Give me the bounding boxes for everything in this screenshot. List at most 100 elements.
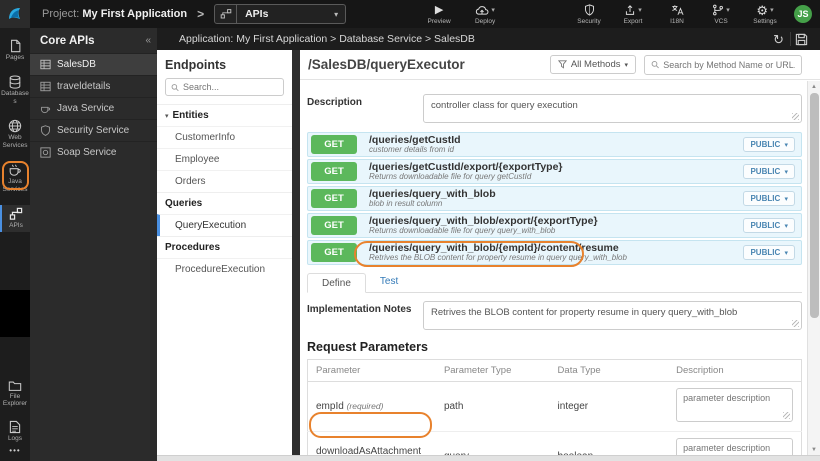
- method-badge: GET: [311, 189, 357, 208]
- breadcrumb-bar: Application: My First Application > Data…: [157, 28, 820, 50]
- param-type: query: [435, 431, 550, 455]
- vcs-button[interactable]: ▾ VCS: [706, 4, 736, 25]
- tab-define[interactable]: Define: [307, 273, 366, 293]
- translate-icon: [671, 4, 684, 17]
- settings-label: Settings: [753, 17, 777, 25]
- section-entities[interactable]: ▾ Entities: [157, 104, 292, 126]
- folder-icon: [8, 381, 22, 391]
- param-description-textarea[interactable]: [676, 388, 793, 422]
- rail-item-databases[interactable]: Databases: [0, 73, 30, 107]
- file-text-icon: [9, 420, 21, 434]
- endpoint-item-customerinfo[interactable]: CustomerInfo: [157, 126, 292, 148]
- section-queries[interactable]: Queries: [157, 192, 292, 214]
- col-header-parameter-type: Parameter Type: [435, 359, 550, 382]
- app-window: Project: My First Application > APIs ▾ ▶…: [0, 0, 820, 461]
- implementation-notes-textarea[interactable]: Retrives the BLOB content for property r…: [423, 301, 802, 330]
- core-api-label: Security Service: [57, 125, 130, 136]
- deploy-button[interactable]: ▾ Deploy: [470, 4, 500, 25]
- chevron-down-icon: ▾: [784, 142, 788, 149]
- access-dropdown[interactable]: PUBLIC ▾: [743, 245, 795, 260]
- section-procedures[interactable]: Procedures: [157, 236, 292, 258]
- param-description-textarea[interactable]: [676, 438, 793, 455]
- core-api-item-traveldetails[interactable]: traveldetails: [30, 75, 157, 97]
- preview-button[interactable]: ▶ Preview: [424, 4, 454, 25]
- description-textarea[interactable]: controller class for query execution: [423, 94, 802, 123]
- i18n-button[interactable]: I18N: [662, 4, 692, 25]
- access-dropdown[interactable]: PUBLIC ▾: [743, 137, 795, 152]
- i18n-label: I18N: [670, 17, 684, 25]
- access-dropdown[interactable]: PUBLIC ▾: [743, 218, 795, 233]
- endpoint-item-orders[interactable]: Orders: [157, 170, 292, 192]
- param-name: empId: [316, 401, 344, 412]
- request-parameters-table: Parameter Parameter Type Data Type Descr…: [307, 359, 802, 455]
- method-search[interactable]: [644, 54, 802, 75]
- rail-item-logs[interactable]: Logs: [0, 418, 30, 444]
- methods-filter-dropdown[interactable]: All Methods ▾: [549, 55, 636, 74]
- endpoint-summary: customer details from id: [369, 144, 454, 154]
- module-dropdown[interactable]: APIs ▾: [214, 4, 347, 24]
- endpoint-summary: Returns downloadable file for query getC…: [369, 171, 532, 181]
- refresh-icon[interactable]: ↻: [767, 33, 790, 46]
- module-dropdown-label: APIs: [245, 8, 269, 20]
- param-row-downloadasattachment: downloadAsAttachment (required) query bo…: [307, 431, 802, 455]
- endpoint-item-procedureexecution[interactable]: ProcedureExecution: [157, 258, 292, 280]
- core-api-item-salesdb[interactable]: SalesDB: [30, 53, 157, 75]
- topbar: Project: My First Application > APIs ▾ ▶…: [0, 0, 820, 28]
- api-row-query-with-blob[interactable]: GET /queries/query_with_blob blob in res…: [307, 186, 802, 211]
- tab-test[interactable]: Test: [366, 272, 412, 292]
- rail-item-file-explorer[interactable]: File Explorer: [0, 378, 30, 410]
- collapse-panel-icon[interactable]: «: [145, 35, 151, 46]
- section-label: Entities: [172, 110, 209, 121]
- rail-label: Web Services: [2, 134, 28, 149]
- footer-strip: [157, 455, 820, 461]
- method-badge: GET: [311, 243, 357, 262]
- scroll-up-arrow[interactable]: ▲: [811, 81, 817, 92]
- core-api-item-java-service[interactable]: Java Service: [30, 97, 157, 119]
- access-dropdown[interactable]: PUBLIC ▾: [743, 164, 795, 179]
- api-node-icon: [9, 208, 23, 221]
- section-label: Queries: [165, 198, 203, 209]
- api-row-query-with-blob-content-resume[interactable]: GET /queries/query_with_blob/{empId}/con…: [307, 240, 802, 265]
- api-row-query-with-blob-export[interactable]: GET /queries/query_with_blob/export/{exp…: [307, 213, 802, 238]
- endpoints-search[interactable]: [165, 78, 284, 96]
- security-button[interactable]: Security: [574, 4, 604, 25]
- core-api-item-security-service[interactable]: Security Service: [30, 119, 157, 141]
- endpoint-item-employee[interactable]: Employee: [157, 148, 292, 170]
- deploy-label: Deploy: [474, 17, 496, 25]
- panel-splitter[interactable]: [292, 50, 300, 455]
- description-label: Description: [307, 97, 363, 108]
- col-header-parameter: Parameter: [307, 359, 436, 382]
- rail-item-web-services[interactable]: Web Services: [0, 117, 30, 151]
- access-dropdown[interactable]: PUBLIC ▾: [743, 191, 795, 206]
- table-icon: [40, 59, 51, 70]
- endpoint-item-queryexecution[interactable]: QueryExecution: [157, 214, 292, 236]
- api-row-getcustid[interactable]: GET /queries/getCustId customer details …: [307, 132, 802, 157]
- scrollbar-thumb[interactable]: [809, 93, 819, 318]
- coffee-icon: [9, 165, 21, 177]
- chevron-down-icon: ▾: [491, 6, 495, 14]
- core-api-label: Soap Service: [57, 147, 117, 158]
- database-icon: [9, 75, 21, 90]
- endpoints-search-input[interactable]: [182, 82, 278, 92]
- export-button[interactable]: ▾ Export: [618, 4, 648, 25]
- method-badge: GET: [311, 162, 357, 181]
- api-editor: /SalesDB/queryExecutor All Methods ▾ Sea…: [300, 50, 820, 455]
- api-row-getcustid-export[interactable]: GET /queries/getCustId/export/{exportTyp…: [307, 159, 802, 184]
- gear-icon: ⚙: [756, 2, 769, 18]
- save-button[interactable]: [791, 33, 812, 46]
- scroll-down-arrow[interactable]: ▼: [811, 444, 817, 455]
- chevron-down-icon: ▾: [770, 6, 774, 14]
- floppy-save-icon: [795, 33, 808, 45]
- rail-item-pages[interactable]: Pages: [0, 37, 30, 63]
- user-avatar[interactable]: JS: [794, 5, 812, 23]
- method-search-input[interactable]: [663, 59, 795, 70]
- core-api-item-soap-service[interactable]: Soap Service: [30, 141, 157, 163]
- preview-label: Preview: [427, 17, 451, 25]
- rail-item-apis[interactable]: APIs: [0, 205, 30, 232]
- settings-button[interactable]: ⚙ ▾ Settings: [750, 4, 780, 25]
- vertical-scrollbar[interactable]: ▲ ▼: [807, 81, 820, 455]
- rail-item-java-services[interactable]: Java Services: [0, 161, 30, 195]
- wavemaker-logo[interactable]: [0, 0, 30, 28]
- page-title: /SalesDB/queryExecutor: [308, 57, 465, 72]
- rail-more-button[interactable]: •••: [0, 446, 30, 455]
